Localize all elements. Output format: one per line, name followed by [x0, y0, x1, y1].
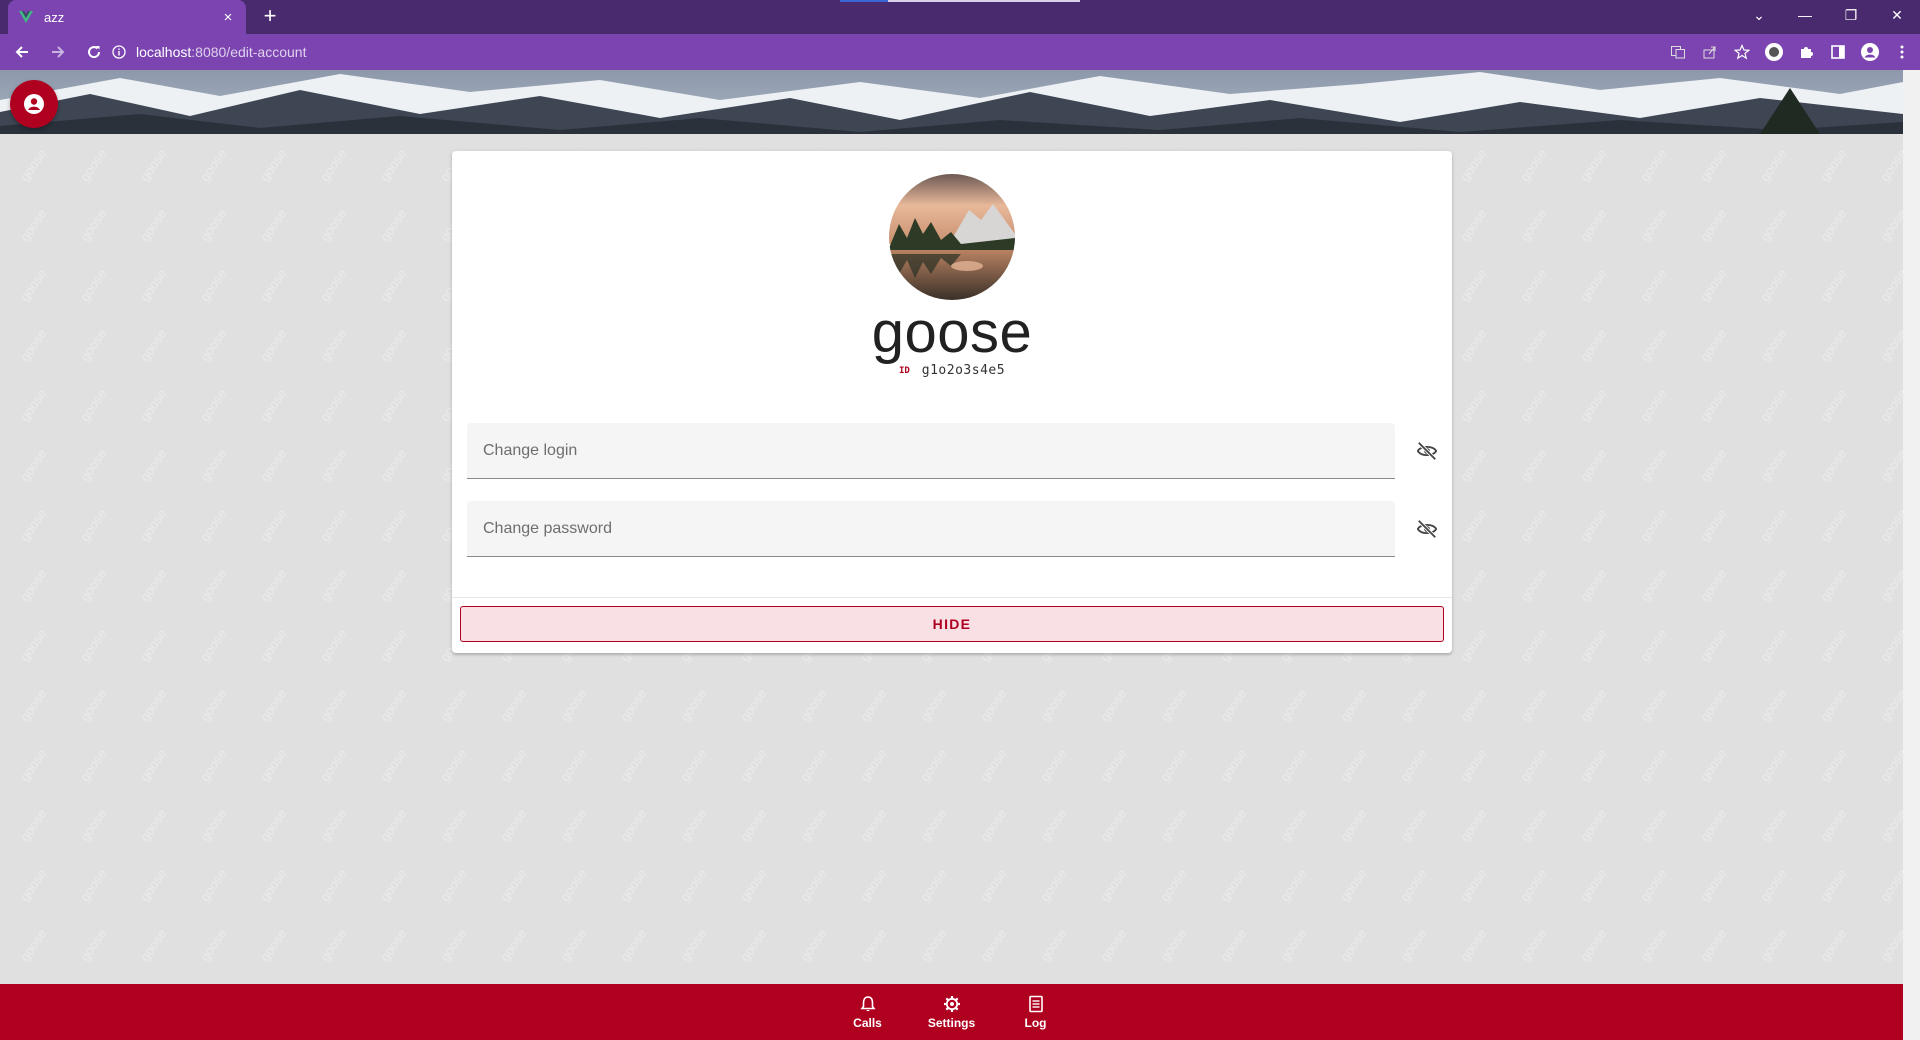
- browser-menu-icon[interactable]: [1890, 40, 1914, 64]
- loading-indicator: [840, 0, 1080, 2]
- minimize-icon[interactable]: —: [1782, 0, 1828, 30]
- change-password-input[interactable]: [467, 501, 1395, 556]
- nav-calls-label: Calls: [853, 1015, 882, 1030]
- avatar-landscape-image: [889, 174, 1015, 300]
- tab-close-icon[interactable]: ×: [220, 9, 236, 26]
- nav-log-label: Log: [1024, 1015, 1047, 1030]
- gear-icon: [943, 995, 960, 1012]
- nav-log[interactable]: Log: [994, 984, 1078, 1040]
- address-bar[interactable]: localhost:8080/edit-account: [112, 37, 1672, 67]
- back-icon[interactable]: [8, 38, 36, 66]
- nav-settings-label: Settings: [927, 1015, 976, 1030]
- account-button[interactable]: [10, 80, 58, 128]
- tab-search-icon[interactable]: ⌄: [1736, 0, 1782, 30]
- document-icon: [1028, 995, 1043, 1012]
- eye-off-icon: [1416, 519, 1438, 539]
- edit-account-card: goose ID g1o2o3s4e5 Change login HIDE: [452, 151, 1452, 653]
- window-close-icon[interactable]: ✕: [1874, 0, 1920, 30]
- restore-icon[interactable]: ❐: [1828, 0, 1874, 30]
- browser-toolbar: localhost:8080/edit-account: [0, 34, 1920, 70]
- username-heading: goose: [871, 300, 1033, 365]
- bell-icon: [859, 995, 876, 1011]
- translate-icon[interactable]: [1666, 40, 1690, 64]
- toolbar-actions: [1666, 38, 1914, 66]
- vue-favicon-icon: [19, 11, 33, 23]
- url-host: localhost: [136, 44, 192, 60]
- reload-icon[interactable]: [80, 38, 108, 66]
- window-controls: ⌄ — ❐ ✕: [1736, 0, 1920, 30]
- side-panel-icon[interactable]: [1826, 40, 1850, 64]
- bottom-navigation: Calls Settings Log: [0, 984, 1903, 1040]
- profile-avatar[interactable]: [889, 174, 1015, 300]
- share-icon[interactable]: [1698, 40, 1722, 64]
- id-label: ID: [898, 365, 910, 376]
- user-id-row: ID g1o2o3s4e5: [452, 363, 1452, 378]
- forward-icon[interactable]: [44, 38, 72, 66]
- extensions-puzzle-icon[interactable]: [1794, 40, 1818, 64]
- card-divider: [452, 597, 1452, 598]
- nav-calls[interactable]: Calls: [826, 984, 910, 1040]
- site-info-icon[interactable]: [112, 45, 126, 59]
- login-visibility-toggle[interactable]: [1413, 437, 1441, 465]
- extension-circle-icon[interactable]: [1762, 40, 1786, 64]
- browser-tab-strip: azz × + ⌄ — ❐ ✕: [0, 0, 1920, 34]
- user-id-value: g1o2o3s4e5: [921, 363, 1006, 378]
- change-login-field[interactable]: [467, 423, 1395, 479]
- profile-icon[interactable]: [1858, 40, 1882, 64]
- eye-off-icon: [1416, 441, 1438, 461]
- change-login-input[interactable]: [467, 423, 1395, 478]
- url-path: :8080/edit-account: [191, 44, 307, 60]
- page-scrollbar[interactable]: [1903, 70, 1920, 1040]
- new-tab-button[interactable]: +: [258, 4, 282, 28]
- mountain-banner-image: [0, 70, 1903, 134]
- password-visibility-toggle[interactable]: [1413, 515, 1441, 543]
- account-circle-icon: [24, 94, 44, 114]
- nav-settings[interactable]: Settings: [910, 984, 994, 1040]
- tab-title: azz: [44, 9, 65, 25]
- browser-tab[interactable]: azz ×: [8, 0, 246, 34]
- hide-button[interactable]: HIDE: [460, 606, 1444, 642]
- bookmark-star-icon[interactable]: [1730, 40, 1754, 64]
- change-password-field[interactable]: [467, 501, 1395, 557]
- page-viewport: goose ID g1o2o3s4e5 Change login HIDE Ca…: [0, 70, 1903, 1040]
